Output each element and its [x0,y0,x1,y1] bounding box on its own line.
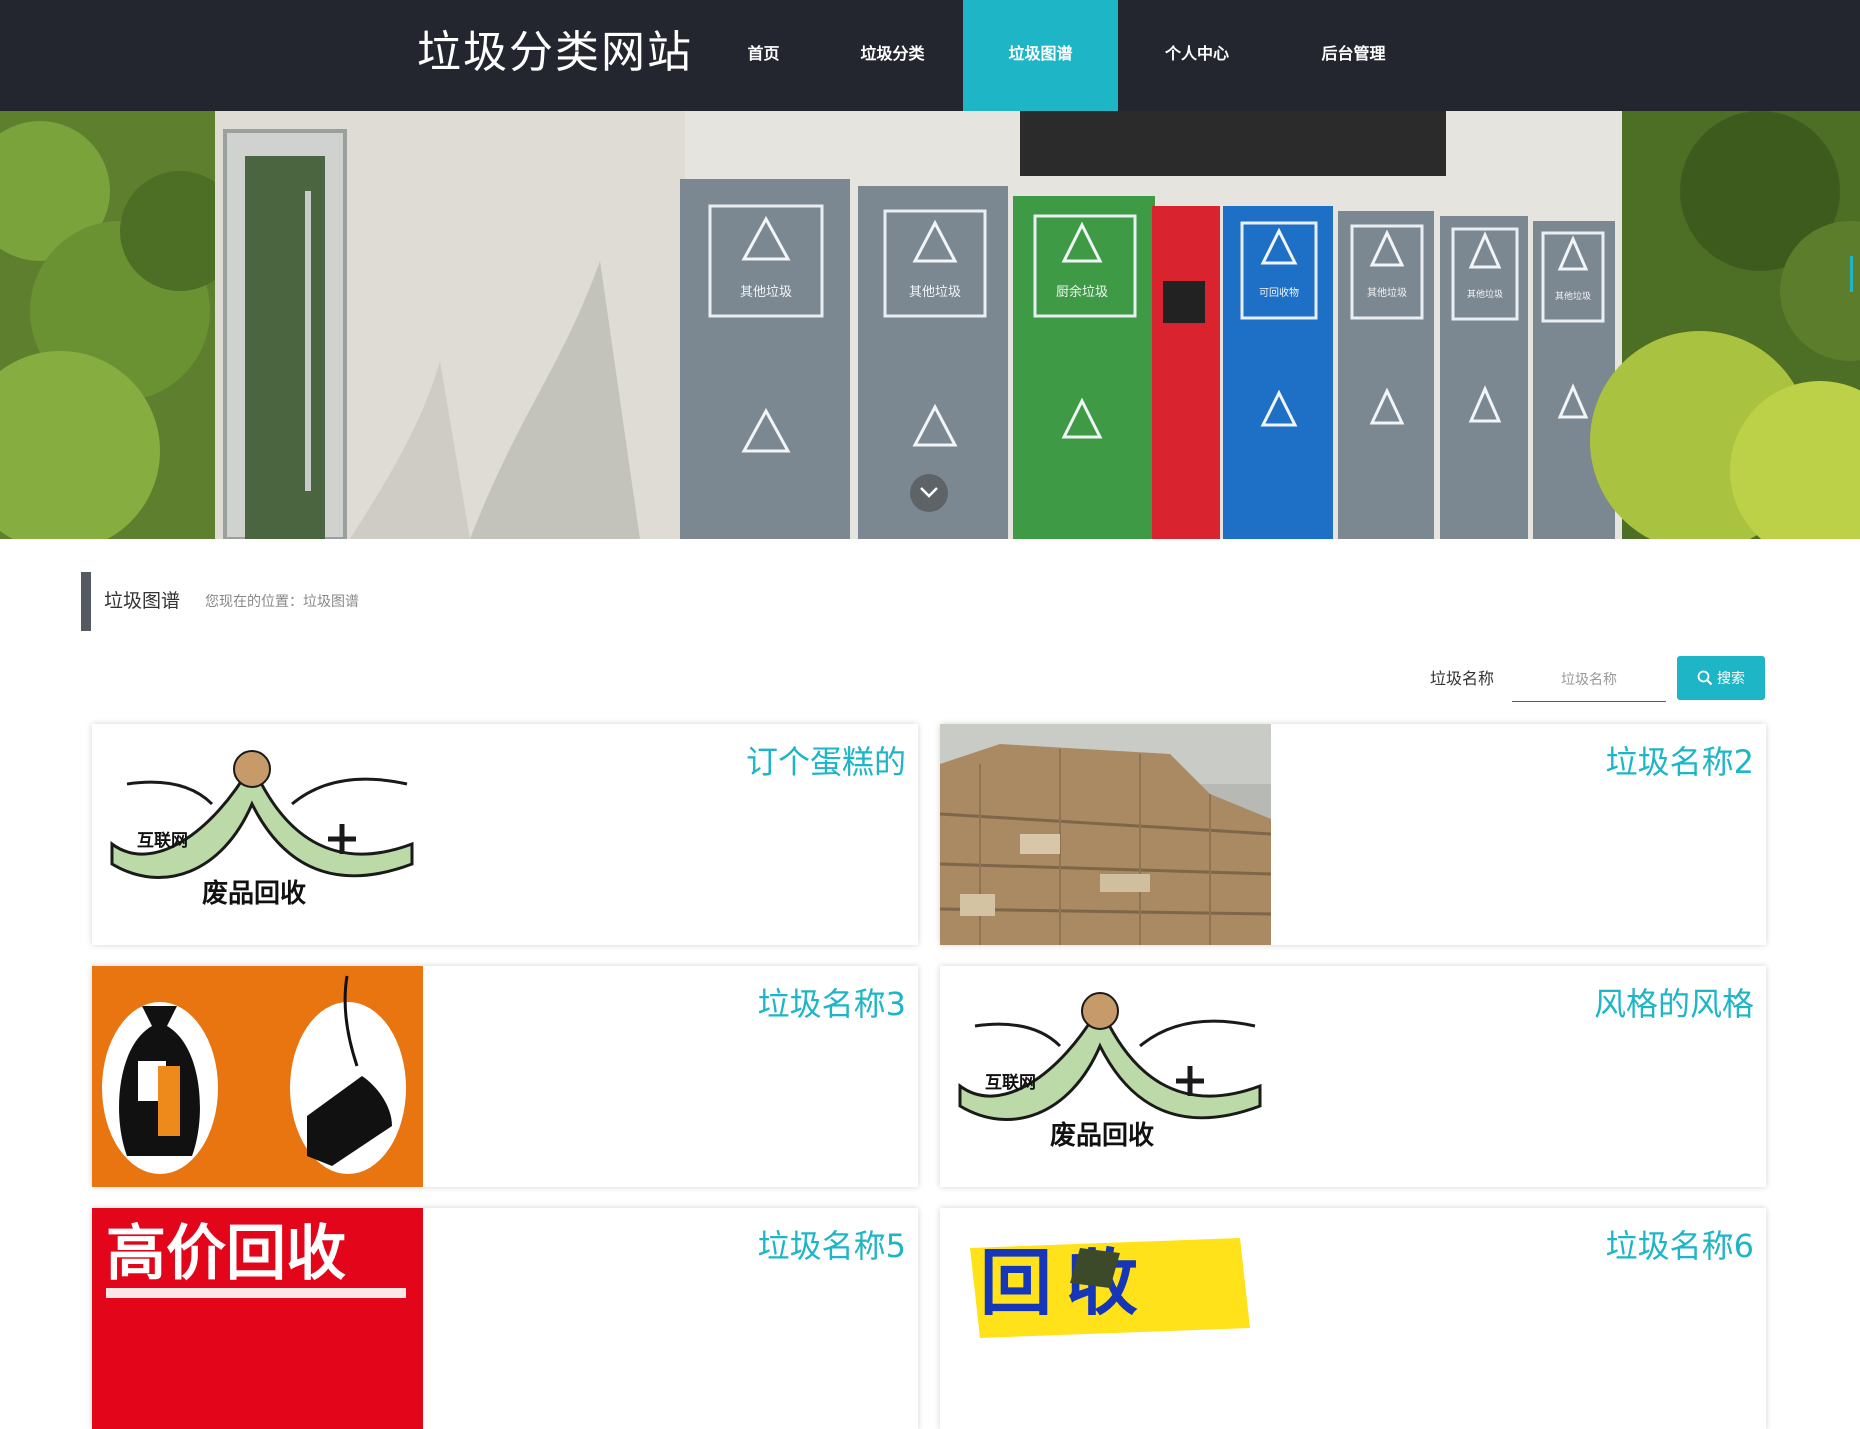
card-title[interactable]: 垃圾名称3 [758,982,906,1026]
high-price-recycle-image: 高价回收 [92,1208,423,1429]
image-text: 互联网 [985,1073,1036,1093]
clothes-shoes-recycle-image [92,966,423,1187]
carousel-indicator[interactable] [1850,256,1853,292]
search-label: 垃圾名称 [1430,669,1495,688]
card-thumbnail [92,966,423,1187]
card-title[interactable]: 风格的风格 [1594,982,1754,1026]
nav-item-home[interactable]: 首页 [705,0,822,111]
card-thumbnail: 互联网 废品回收 [92,724,423,945]
scroll-down-button[interactable] [910,474,948,512]
card-title[interactable]: 垃圾名称2 [1606,740,1754,784]
card-thumbnail [940,724,1271,945]
chevron-down-icon [920,487,938,498]
garbage-card[interactable]: 互联网 废品回收 风格的风格 [940,966,1766,1187]
garbage-card[interactable]: 互联网 废品回收 订个蛋糕的 [92,724,918,945]
page-title: 垃圾图谱 [104,590,181,612]
nav-item-personal-center[interactable]: 个人中心 [1118,0,1276,111]
image-text: 互联网 [137,831,188,851]
search-button-label: 搜索 [1717,671,1745,687]
nav-item-admin[interactable]: 后台管理 [1276,0,1431,111]
nav-item-categories[interactable]: 垃圾分类 [822,0,963,111]
search-icon [1697,670,1713,686]
bin-label: 其他垃圾 [1555,290,1591,302]
card-title[interactable]: 垃圾名称5 [758,1224,906,1268]
image-text: 废品回收 [1050,1120,1154,1151]
recycle-banner-image: 回收 [940,1208,1271,1429]
card-thumbnail: 互联网 废品回收 [940,966,1271,1187]
card-thumbnail: 高价回收 [92,1208,423,1429]
garbage-card[interactable]: 高价回收 垃圾名称5 [92,1208,918,1429]
image-text: 废品回收 [202,878,306,909]
breadcrumb-accent-bar [81,572,91,631]
site-brand[interactable]: 垃圾分类网站 [417,26,693,80]
garbage-card[interactable]: 垃圾名称3 [92,966,918,1187]
search-input[interactable] [1512,659,1666,702]
bin-label: 其他垃圾 [740,285,792,300]
card-title[interactable]: 垃圾名称6 [1606,1224,1754,1268]
garbage-card[interactable]: 垃圾名称2 [940,724,1766,945]
bin-label: 其他垃圾 [1367,286,1407,299]
image-text: 回收 [980,1241,1152,1325]
card-title[interactable]: 订个蛋糕的 [746,740,906,784]
breadcrumb-location: 您现在的位置：垃圾图谱 [205,594,359,610]
search-button[interactable]: 搜索 [1677,656,1765,700]
card-thumbnail: 回收 [940,1208,1271,1429]
image-text: 高价回收 [106,1219,346,1289]
bin-label: 可回收物 [1259,286,1299,299]
top-navbar: 垃圾分类网站 首页 垃圾分类 垃圾图谱 个人中心 后台管理 [0,0,1860,111]
main-menu: 首页 垃圾分类 垃圾图谱 个人中心 后台管理 [705,0,1431,111]
bin-label: 厨余垃圾 [1056,284,1108,300]
nav-item-garbage-atlas[interactable]: 垃圾图谱 [963,0,1118,111]
hero-banner: 其他垃圾 其他垃圾 厨余垃圾 可回收物 其他垃圾 其他垃圾 其他垃圾 [0,111,1860,539]
bin-label: 其他垃圾 [909,285,961,300]
bin-label: 其他垃圾 [1467,288,1503,300]
recycle-logo-image: 互联网 废品回收 [92,724,423,945]
garbage-card[interactable]: 回收 垃圾名称6 [940,1208,1766,1429]
recycle-logo-image: 互联网 废品回收 [940,966,1271,1187]
cardboard-bales-image [940,724,1271,945]
